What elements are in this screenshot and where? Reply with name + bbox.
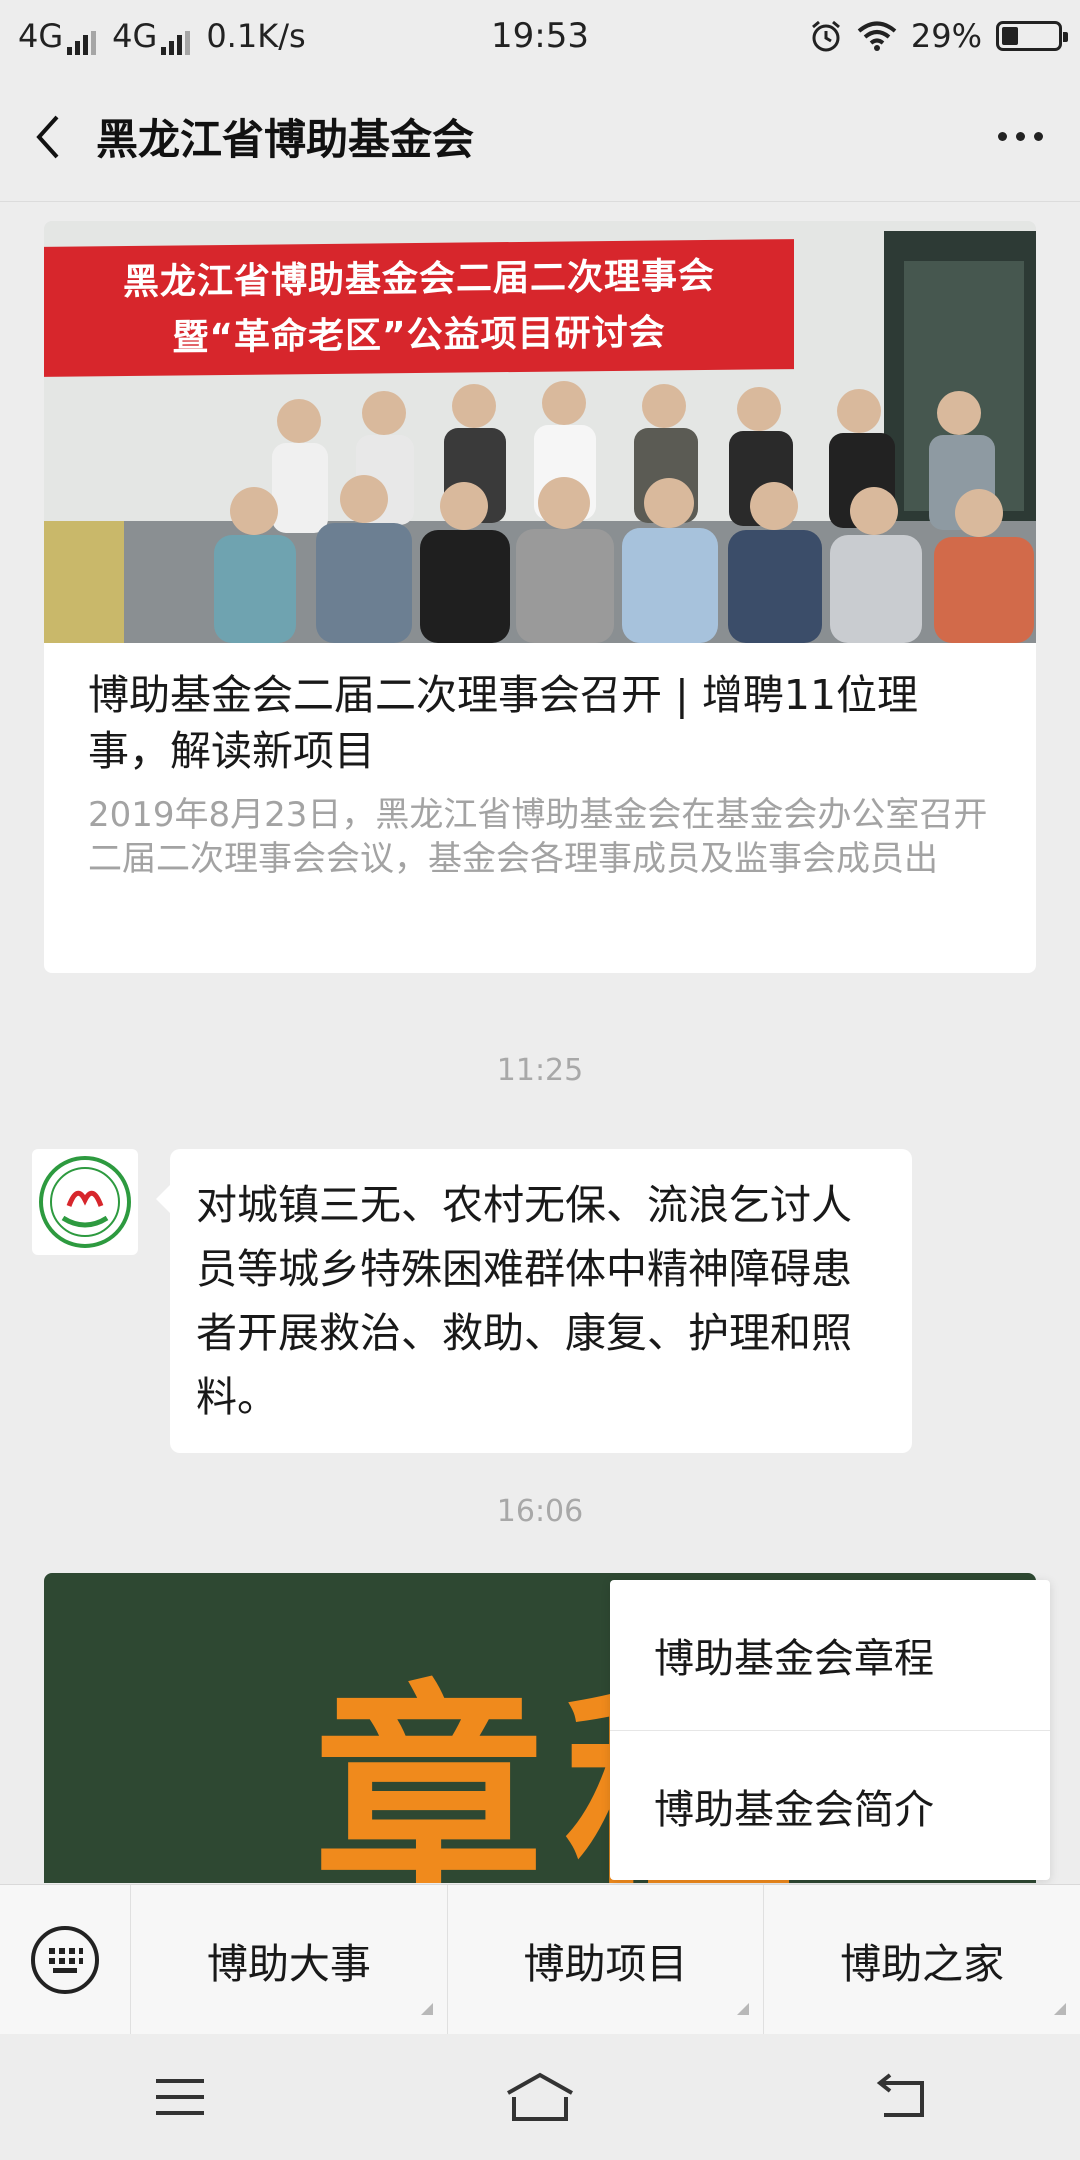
keyboard-icon bbox=[31, 1925, 99, 1994]
network-2: 4G bbox=[112, 17, 191, 55]
article-card[interactable]: 黑龙江省博助基金会二届二次理事会 暨“革命老区”公益项目研讨会 博助基金会二届二… bbox=[44, 221, 1036, 973]
signal-icon bbox=[67, 31, 97, 55]
back-button[interactable] bbox=[0, 72, 96, 202]
menu-item-label: 博助项目 bbox=[523, 1939, 688, 1988]
photo-banner: 黑龙江省博助基金会二届二次理事会 暨“革命老区”公益项目研讨会 bbox=[44, 239, 794, 377]
back-system-button[interactable] bbox=[840, 2057, 960, 2137]
return-icon bbox=[876, 2073, 924, 2117]
article-cover-photo: 黑龙江省博助基金会二届二次理事会 暨“革命老区”公益项目研讨会 bbox=[44, 221, 1036, 643]
menu-item-label: 博助之家 bbox=[840, 1939, 1005, 1988]
battery-icon bbox=[996, 21, 1068, 51]
menu-bar: 博助大事 博助项目 博助之家 bbox=[0, 1884, 1080, 2035]
timestamp: 16:06 bbox=[496, 1494, 584, 1529]
avatar[interactable] bbox=[32, 1149, 138, 1255]
battery-percent: 29% bbox=[910, 17, 982, 55]
submenu-item-rules[interactable]: 博助基金会章程 bbox=[610, 1580, 1050, 1730]
alarm-icon bbox=[811, 20, 840, 52]
status-left: 4G 4G 0.1K/s bbox=[18, 17, 809, 55]
network-1-label: 4G bbox=[18, 17, 64, 55]
banner-line-2: 暨“革命老区”公益项目研讨会 bbox=[172, 312, 666, 359]
menu-item-projects[interactable]: 博助项目 bbox=[446, 1884, 764, 2035]
submenu-indicator-icon bbox=[1054, 2002, 1067, 2015]
article-title[interactable]: 博助基金会二届二次理事会召开 | 增聘11位理事，解读新项目 bbox=[88, 667, 992, 779]
signal-icon bbox=[161, 31, 191, 55]
banner-line-1: 黑龙江省博助基金会二届二次理事会 bbox=[122, 255, 715, 304]
article-description: 2019年8月23日，黑龙江省博助基金会在基金会办公室召开二届二次理事会会议，基… bbox=[88, 795, 988, 879]
dot-icon bbox=[1015, 132, 1025, 141]
system-nav-bar bbox=[0, 2034, 1080, 2160]
network-speed: 0.1K/s bbox=[206, 17, 306, 55]
network-1: 4G bbox=[18, 17, 97, 55]
dot-icon bbox=[1033, 132, 1043, 141]
submenu-popup: 博助基金会章程 博助基金会简介 bbox=[610, 1580, 1050, 1880]
message-row: 对城镇三无、农村无保、流浪乞讨人员等城乡特殊困难群体中精神障碍患者开展救治、救助… bbox=[32, 1149, 912, 1453]
title-bar: 黑龙江省博助基金会 bbox=[0, 72, 1080, 202]
network-2-label: 4G bbox=[112, 17, 158, 55]
submenu-indicator-icon bbox=[420, 2002, 433, 2015]
more-options-button[interactable] bbox=[960, 72, 1080, 202]
article-body: 博助基金会二届二次理事会召开 | 增聘11位理事，解读新项目 2019年8月23… bbox=[44, 643, 1036, 881]
page-title: 黑龙江省博助基金会 bbox=[96, 115, 475, 164]
status-bar: 4G 4G 0.1K/s 19:53 29% bbox=[0, 0, 1080, 72]
foundation-logo-icon bbox=[39, 1156, 131, 1248]
timestamp: 11:25 bbox=[496, 1053, 584, 1088]
submenu-indicator-icon bbox=[737, 2002, 750, 2015]
wifi-icon bbox=[857, 21, 897, 51]
menu-item-home[interactable]: 博助之家 bbox=[763, 1884, 1080, 2035]
home-icon bbox=[507, 2072, 573, 2121]
recent-apps-button[interactable] bbox=[120, 2057, 240, 2137]
menu-item-events[interactable]: 博助大事 bbox=[130, 1884, 447, 2035]
submenu-item-intro[interactable]: 博助基金会简介 bbox=[610, 1730, 1050, 1880]
home-button[interactable] bbox=[480, 2057, 600, 2137]
keyboard-toggle-button[interactable] bbox=[0, 1885, 130, 2035]
battery-fill bbox=[1002, 27, 1018, 45]
menu-item-label: 博助大事 bbox=[206, 1939, 371, 1988]
menu-lines-icon bbox=[156, 2079, 204, 2115]
message-bubble[interactable]: 对城镇三无、农村无保、流浪乞讨人员等城乡特殊困难群体中精神障碍患者开展救治、救助… bbox=[156, 1149, 912, 1453]
chevron-left-icon bbox=[36, 115, 59, 158]
status-right: 29% bbox=[809, 17, 1068, 55]
dot-icon bbox=[997, 132, 1007, 141]
